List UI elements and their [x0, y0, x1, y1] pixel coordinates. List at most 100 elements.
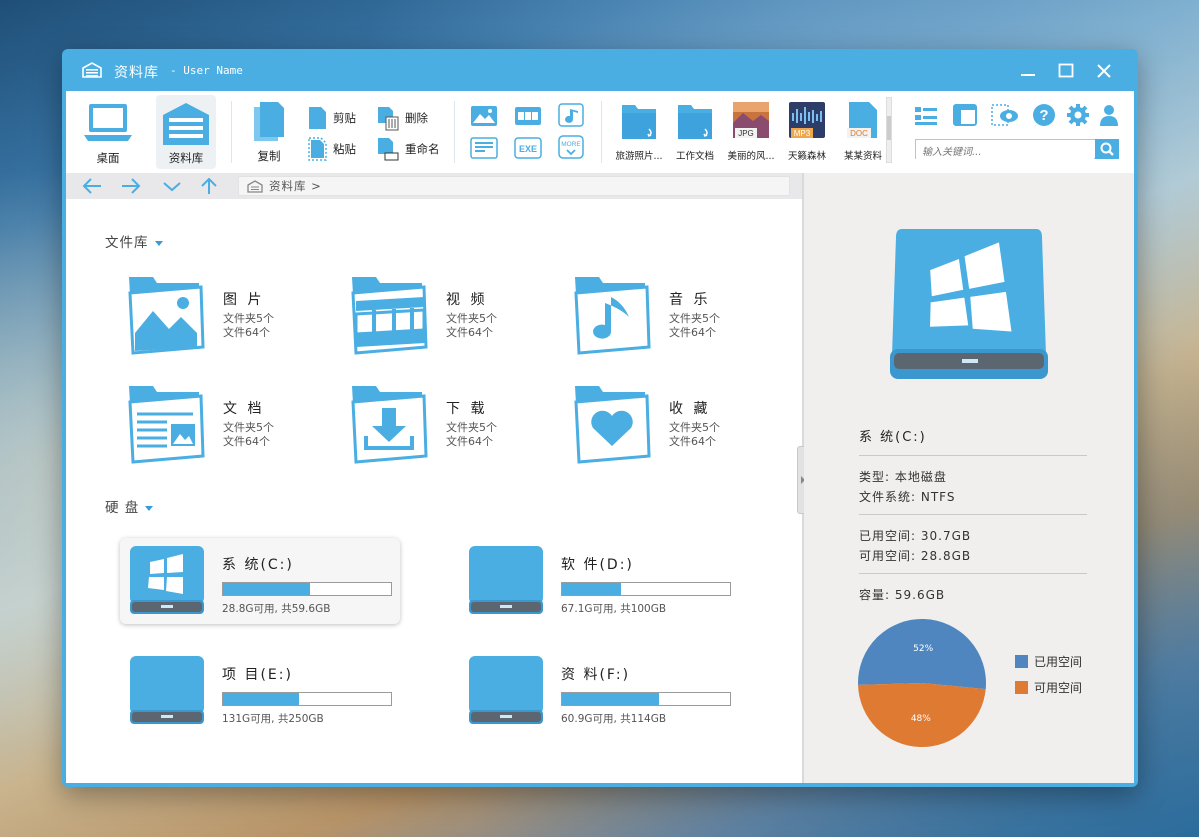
recent-item[interactable]: MP3 天籁森林 — [779, 99, 835, 162]
library-name: 视 频 — [446, 292, 488, 308]
library-item[interactable]: 视 频 文件夹5个 文件64个 — [350, 273, 560, 363]
library-file-count: 文件64个 — [669, 435, 716, 448]
library-icon — [247, 180, 263, 193]
drive-item[interactable]: 资 料(F:) 60.9G可用, 共114GB — [459, 648, 739, 734]
favorites-folder-icon — [574, 386, 651, 464]
pie-slice-free-label: 48% — [911, 714, 931, 724]
library-section-header[interactable]: 文件库 — [105, 231, 163, 251]
cut-button[interactable]: 剪贴 — [306, 105, 356, 131]
laptop-icon — [84, 104, 132, 141]
search-button[interactable] — [1095, 139, 1119, 159]
folder-icon — [622, 105, 656, 139]
copy-icon — [254, 102, 284, 141]
maximize-icon[interactable] — [1056, 61, 1076, 81]
drive-usage-bar — [222, 692, 392, 706]
library-file-count: 文件64个 — [669, 326, 716, 339]
video-view-icon[interactable] — [514, 105, 542, 127]
drive-capacity-text: 131G可用, 共250GB — [222, 713, 324, 725]
svg-text:MP3: MP3 — [794, 129, 811, 138]
forward-arrow-icon[interactable] — [120, 176, 142, 196]
up-arrow-icon[interactable] — [198, 176, 220, 196]
rename-icon — [378, 138, 399, 161]
breadcrumb[interactable]: 资料库 > — [238, 176, 790, 196]
legend-used: 已用空间 — [1015, 653, 1082, 670]
settings-icon[interactable] — [1066, 103, 1090, 127]
drive-capacity-text: 67.1G可用, 共100GB — [561, 603, 667, 615]
detail-separator — [859, 455, 1087, 456]
paste-button[interactable]: 粘贴 — [306, 136, 356, 162]
video-folder-icon — [351, 277, 428, 355]
library-name: 文 档 — [223, 401, 265, 417]
drive-usage-fill — [562, 693, 660, 705]
library-icon — [163, 103, 209, 145]
library-item[interactable]: 下 载 文件夹5个 文件64个 — [350, 382, 560, 472]
pie-slice-used-label: 52% — [913, 644, 933, 654]
toolbar-separator — [454, 101, 455, 163]
library-name: 图 片 — [223, 292, 265, 308]
drive-capacity-text: 60.9G可用, 共114GB — [561, 713, 667, 725]
library-file-count: 文件64个 — [446, 435, 493, 448]
svg-text:?: ? — [1039, 107, 1048, 124]
library-item[interactable]: 文 档 文件夹5个 文件64个 — [127, 382, 337, 472]
drive-name: 软 件(D:) — [561, 557, 634, 573]
drive-item[interactable]: 项 目(E:) 131G可用, 共250GB — [120, 648, 400, 734]
minimize-icon[interactable] — [1018, 61, 1038, 81]
user-icon[interactable] — [1098, 103, 1120, 127]
cut-label: 剪贴 — [333, 111, 356, 125]
recent-item[interactable]: 工作文档 — [667, 99, 723, 162]
legend-free-label: 可用空间 — [1034, 681, 1083, 695]
recent-scrollbar[interactable] — [886, 97, 892, 163]
legend-used-label: 已用空间 — [1034, 655, 1083, 669]
more-view-icon[interactable]: MORE — [558, 135, 584, 159]
rename-button[interactable]: 重命名 — [376, 136, 440, 162]
recent-item[interactable]: 旅游照片... — [611, 99, 667, 162]
drive-item[interactable]: 系 统(C:) 28.8G可用, 共59.6GB — [120, 538, 400, 624]
window-title: 资料库 — [114, 65, 159, 81]
desktop-button[interactable]: 桌面 — [78, 97, 138, 169]
toolbar-separator — [601, 101, 602, 163]
preview-icon[interactable] — [990, 103, 1020, 127]
music-folder-icon — [574, 277, 651, 355]
library-button[interactable]: 资料库 — [156, 95, 216, 169]
paste-label: 粘贴 — [333, 142, 356, 156]
collapse-caret-icon — [145, 505, 154, 511]
library-item[interactable]: 图 片 文件夹5个 文件64个 — [127, 273, 337, 363]
windows-drive-icon — [890, 229, 1048, 379]
exe-view-icon[interactable]: EXE — [514, 137, 542, 159]
search-box — [915, 139, 1119, 162]
recent-item-label: 天籁森林 — [787, 151, 826, 162]
document-view-icon[interactable] — [470, 137, 498, 159]
image-view-icon[interactable] — [470, 105, 498, 127]
drive-usage-bar — [561, 692, 731, 706]
collapse-caret-icon — [154, 240, 163, 246]
delete-label: 删除 — [405, 111, 428, 125]
navigation-bar: 资料库 > — [66, 173, 802, 199]
music-view-icon[interactable] — [558, 103, 584, 127]
library-item[interactable]: 音 乐 文件夹5个 文件64个 — [573, 273, 783, 363]
drives-section-title: 硬 盘 — [105, 500, 140, 516]
close-icon[interactable] — [1094, 61, 1114, 81]
chevron-down-icon[interactable] — [161, 176, 183, 196]
pie-slice-used — [858, 618, 986, 690]
mp3-file-icon: MP3 — [789, 102, 825, 138]
drives-section-header[interactable]: 硬 盘 — [105, 496, 154, 516]
layout-icon[interactable] — [914, 105, 940, 127]
library-item[interactable]: 收 藏 文件夹5个 文件64个 — [573, 382, 783, 472]
recent-item-label: 某某资料 — [843, 151, 882, 162]
detail-title: 系 统(C:) — [859, 430, 927, 445]
svg-text:MORE: MORE — [561, 141, 581, 148]
back-arrow-icon[interactable] — [81, 176, 103, 196]
recent-item[interactable]: DOC 某某资料 — [835, 99, 891, 162]
drive-item[interactable]: 软 件(D:) 67.1G可用, 共100GB — [459, 538, 739, 624]
delete-button[interactable]: 删除 — [376, 105, 428, 131]
search-input[interactable] — [916, 143, 1094, 162]
svg-text:JPG: JPG — [738, 129, 754, 138]
drive-capacity-text: 28.8G可用, 共59.6GB — [222, 603, 331, 615]
help-icon[interactable]: ? — [1032, 103, 1056, 127]
copy-button[interactable]: 复制 — [244, 99, 294, 169]
folder-icon — [678, 105, 712, 139]
recent-item[interactable]: JPG 美丽的风... — [723, 99, 779, 162]
paste-icon — [308, 137, 327, 161]
panel-icon[interactable] — [952, 103, 978, 127]
library-icon — [82, 62, 102, 78]
